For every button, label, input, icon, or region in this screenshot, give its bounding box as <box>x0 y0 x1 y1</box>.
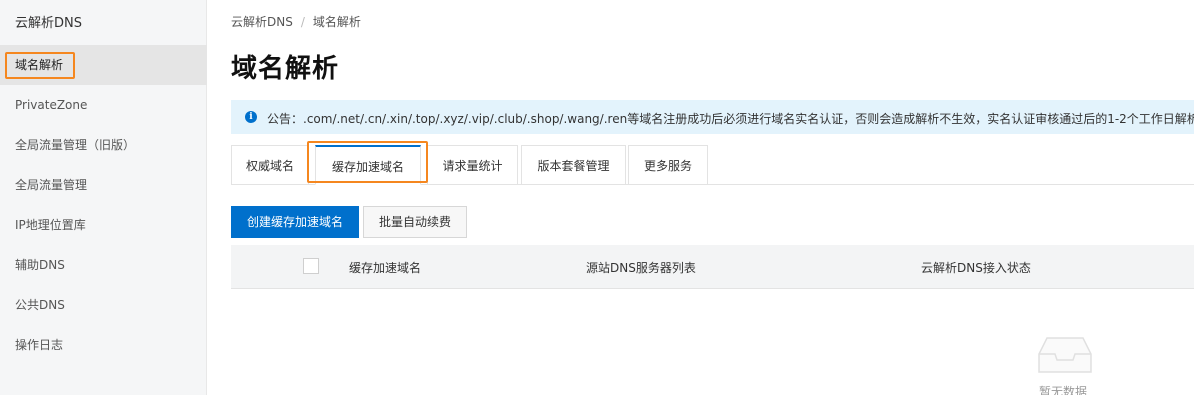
sidebar-item-gtm[interactable]: 全局流量管理 <box>0 165 207 205</box>
sidebar-item-secondary-dns[interactable]: 辅助DNS <box>0 245 207 285</box>
breadcrumb: 云解析DNS / 域名解析 <box>231 13 361 30</box>
tab-request-statistics[interactable]: 请求量统计 <box>427 145 518 185</box>
sidebar-item-label: 公共DNS <box>15 298 65 312</box>
sidebar-item-privatezone[interactable]: PrivateZone <box>0 85 207 125</box>
tab-plan-management[interactable]: 版本套餐管理 <box>521 145 626 185</box>
select-all-checkbox[interactable] <box>303 258 319 274</box>
notice-banner: i 公告：.com/.net/.cn/.xin/.top/.xyz/.vip/.… <box>231 100 1194 134</box>
sidebar-item-label: 辅助DNS <box>15 258 65 272</box>
breadcrumb-current: 域名解析 <box>312 15 361 29</box>
tab-authoritative-domains[interactable]: 权威域名 <box>231 145 309 185</box>
tab-more-services[interactable]: 更多服务 <box>628 145 708 185</box>
page-title: 域名解析 <box>231 54 340 84</box>
empty-state-text: 暂无数据 <box>1039 385 1088 395</box>
info-icon: i <box>245 111 257 123</box>
create-cache-domain-button[interactable]: 创建缓存加速域名 <box>231 206 359 238</box>
table-header: 缓存加速域名 源站DNS服务器列表 云解析DNS接入状态 <box>231 245 1194 289</box>
main-content: 云解析DNS / 域名解析 域名解析 i 公告：.com/.net/.cn/.xin… <box>207 0 1194 395</box>
sidebar-item-label: 域名解析 <box>15 58 64 72</box>
notice-text: 公告：.com/.net/.cn/.xin/.top/.xyz/.vip/.cl… <box>267 112 1194 126</box>
sidebar-item-ip-geo[interactable]: IP地理位置库 <box>0 205 207 245</box>
tab-cache-acceleration-domains[interactable]: 缓存加速域名 <box>315 145 421 185</box>
sidebar-item-label: 全局流量管理 <box>15 178 88 192</box>
sidebar-item-label: 全局流量管理（旧版） <box>15 138 136 152</box>
sidebar-title: 云解析DNS <box>15 16 82 31</box>
breadcrumb-root-link[interactable]: 云解析DNS <box>231 15 293 29</box>
sidebar: 云解析DNS 域名解析 PrivateZone 全局流量管理（旧版） 全局流量管… <box>0 0 207 395</box>
column-header-access-status: 云解析DNS接入状态 <box>921 261 1031 275</box>
sidebar-item-label: PrivateZone <box>15 98 88 112</box>
batch-auto-renew-button[interactable]: 批量自动续费 <box>363 206 467 238</box>
sidebar-item-label: IP地理位置库 <box>15 218 86 232</box>
column-header-domain: 缓存加速域名 <box>349 261 422 275</box>
sidebar-item-label: 操作日志 <box>15 338 64 352</box>
column-header-origin-dns: 源站DNS服务器列表 <box>586 261 696 275</box>
tab-bar: 权威域名 缓存加速域名 请求量统计 版本套餐管理 更多服务 <box>231 145 1194 185</box>
sidebar-item-gtm-legacy[interactable]: 全局流量管理（旧版） <box>0 125 207 165</box>
empty-box-icon <box>1038 337 1092 373</box>
sidebar-item-public-dns[interactable]: 公共DNS <box>0 285 207 325</box>
sidebar-item-domain-resolution[interactable]: 域名解析 <box>0 45 207 85</box>
breadcrumb-separator: / <box>300 15 305 29</box>
sidebar-item-operation-log[interactable]: 操作日志 <box>0 325 207 365</box>
